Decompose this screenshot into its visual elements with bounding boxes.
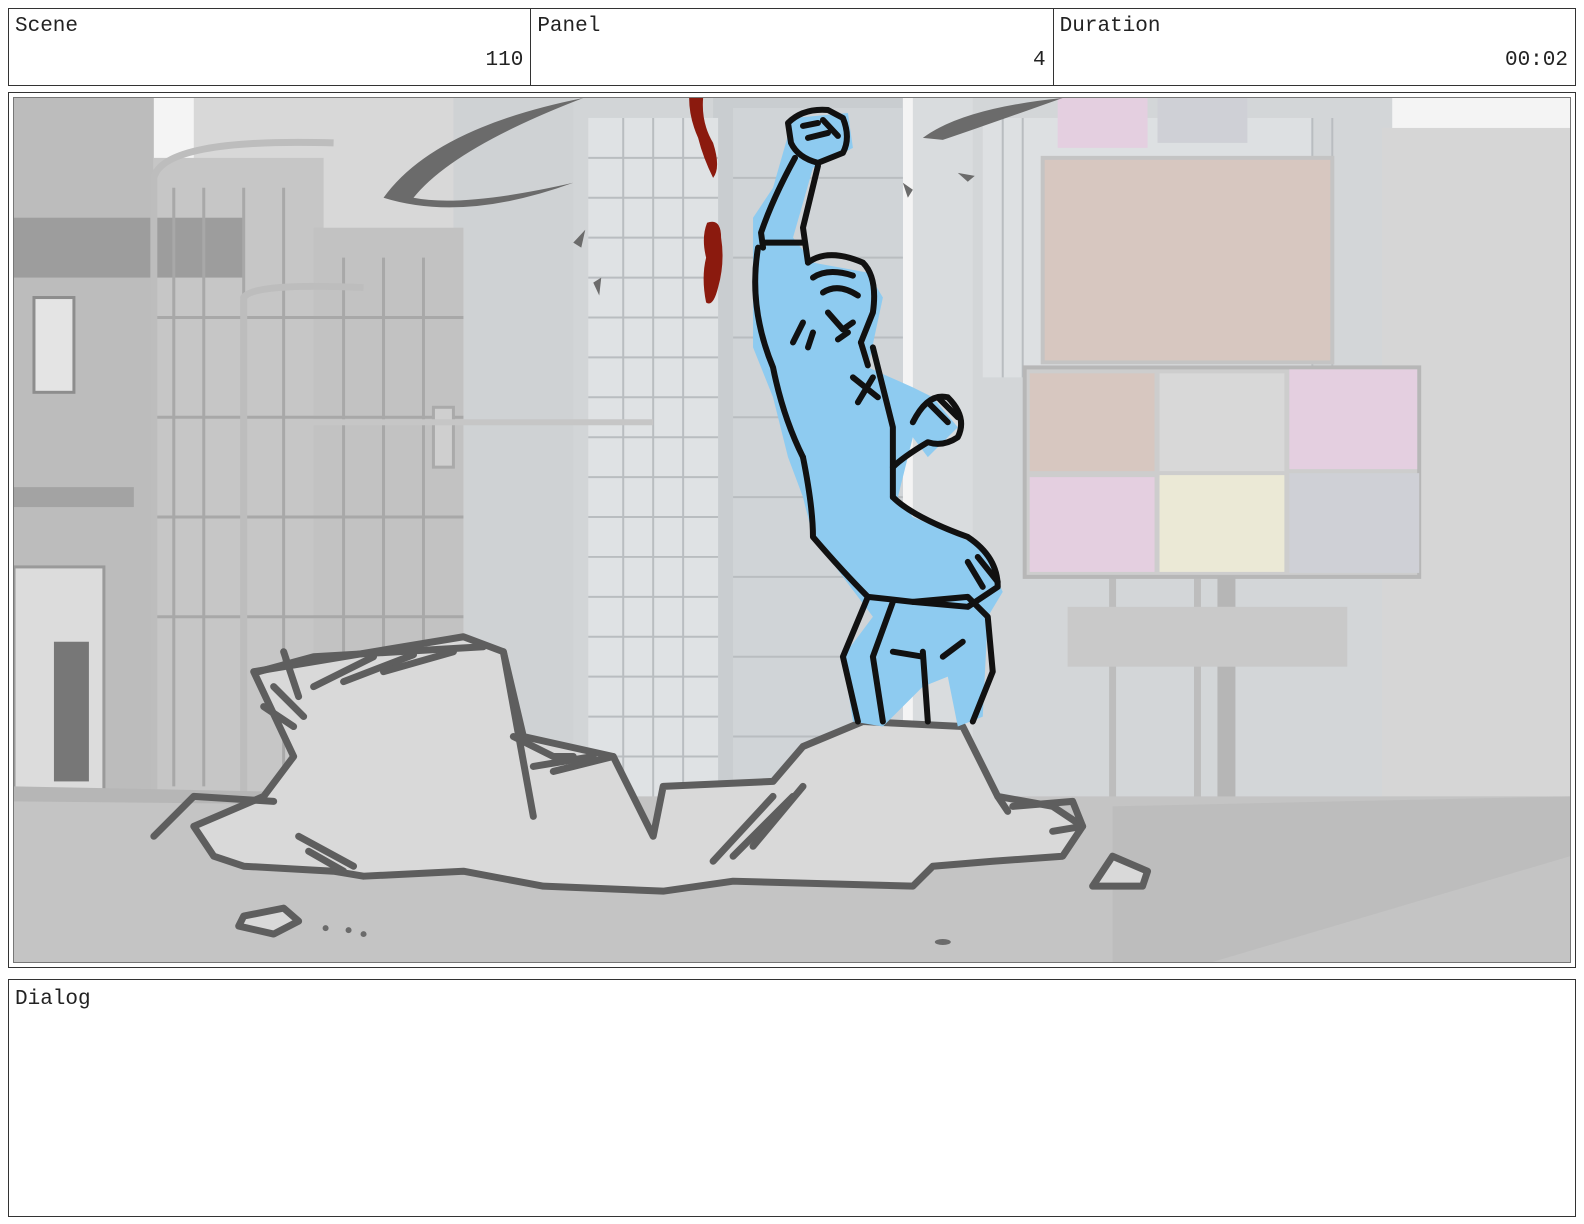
scene-field[interactable]: Scene 110 — [9, 9, 532, 85]
panel-label: Panel — [537, 15, 601, 38]
duration-value[interactable]: 00:02 — [1505, 49, 1568, 72]
scene-label: Scene — [15, 15, 79, 38]
scene-illustration — [14, 98, 1570, 962]
panel-info-header: Scene 110 Panel 4 Duration 00:02 — [8, 8, 1576, 86]
traffic-light — [431, 405, 455, 469]
panel-number[interactable]: 4 — [1033, 49, 1046, 72]
duration-label: Duration — [1059, 15, 1161, 38]
panel-field[interactable]: Panel 4 — [531, 9, 1054, 85]
scene-number[interactable]: 110 — [486, 49, 524, 72]
storyboard-panel-frame — [8, 92, 1576, 968]
dialog-label: Dialog — [15, 988, 91, 1011]
duration-field[interactable]: Duration 00:02 — [1054, 9, 1575, 85]
storyboard-panel-drawing[interactable] — [13, 97, 1571, 963]
dialog-box[interactable]: Dialog — [8, 979, 1576, 1217]
